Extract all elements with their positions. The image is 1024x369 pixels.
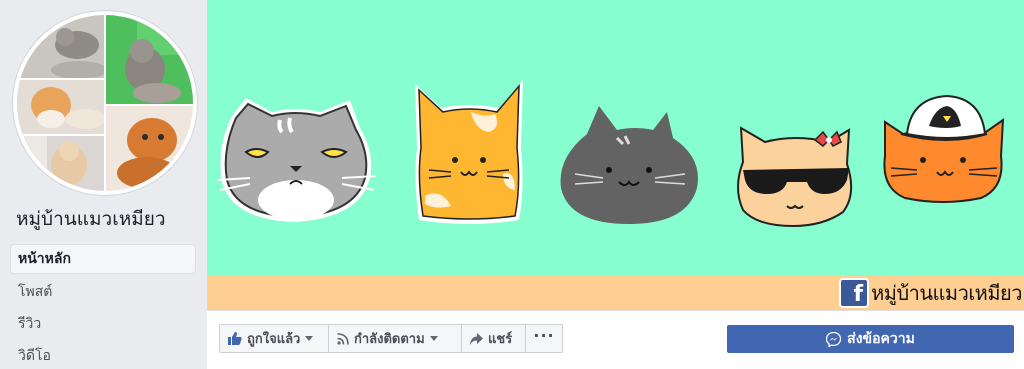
page-title[interactable]: หมู่บ้านแมวเหมียว: [16, 204, 166, 234]
sidebar-item-home[interactable]: หน้าหลัก: [10, 244, 196, 274]
cover-band-label: f หมู่บ้านแมวเหมียว: [841, 277, 1022, 309]
thumbs-up-icon: [228, 332, 242, 345]
profile-picture[interactable]: [13, 11, 197, 195]
cover-photo[interactable]: f หมู่บ้านแมวเหมียว: [207, 0, 1024, 310]
send-message-label: ส่งข้อความ: [847, 331, 915, 347]
send-message-button[interactable]: ส่งข้อความ: [727, 325, 1014, 353]
orange-cat-illustration: [415, 80, 523, 224]
liked-label: ถูกใจแล้ว: [247, 332, 301, 347]
sidebar-nav: หน้าหลัก โพสต์ รีวิว วิดีโอ: [10, 244, 196, 369]
facebook-icon: f: [841, 280, 868, 306]
following-button[interactable]: กำลังติดตาม: [328, 324, 462, 353]
share-label: แชร์: [488, 332, 513, 347]
liked-button[interactable]: ถูกใจแล้ว: [219, 324, 329, 353]
page-action-bar: ถูกใจแล้ว กำลังติดตาม แชร์ ··· ส่งข้อควา…: [207, 310, 1024, 369]
profile-photo-collage: [17, 15, 193, 191]
grey-cat-illustration: [217, 98, 377, 222]
cap-cat-illustration: [883, 94, 1005, 203]
rss-icon: [337, 332, 349, 345]
messenger-icon: [826, 331, 842, 347]
page-root: หมู่บ้านแมวเหมียว หน้าหลัก โพสต์ รีวิว ว…: [0, 0, 1024, 369]
left-sidebar: หมู่บ้านแมวเหมียว หน้าหลัก โพสต์ รีวิว ว…: [0, 0, 207, 369]
cover-band-text: หมู่บ้านแมวเหมียว: [871, 281, 1022, 305]
sidebar-item-reviews[interactable]: รีวิว: [10, 308, 196, 340]
more-options-button[interactable]: ···: [525, 324, 563, 353]
share-arrow-icon: [470, 332, 483, 345]
sidebar-item-videos[interactable]: วิดีโอ: [10, 340, 196, 369]
sidebar-item-posts[interactable]: โพสต์: [10, 276, 196, 308]
chevron-down-icon: [429, 336, 438, 341]
more-dots-icon: ···: [533, 325, 555, 345]
following-label: กำลังติดตาม: [354, 332, 425, 347]
share-button[interactable]: แชร์: [461, 324, 526, 353]
chevron-down-icon: [305, 336, 314, 341]
dark-grey-cat-illustration: [560, 106, 698, 224]
sunglasses-cat-illustration: [737, 126, 853, 228]
